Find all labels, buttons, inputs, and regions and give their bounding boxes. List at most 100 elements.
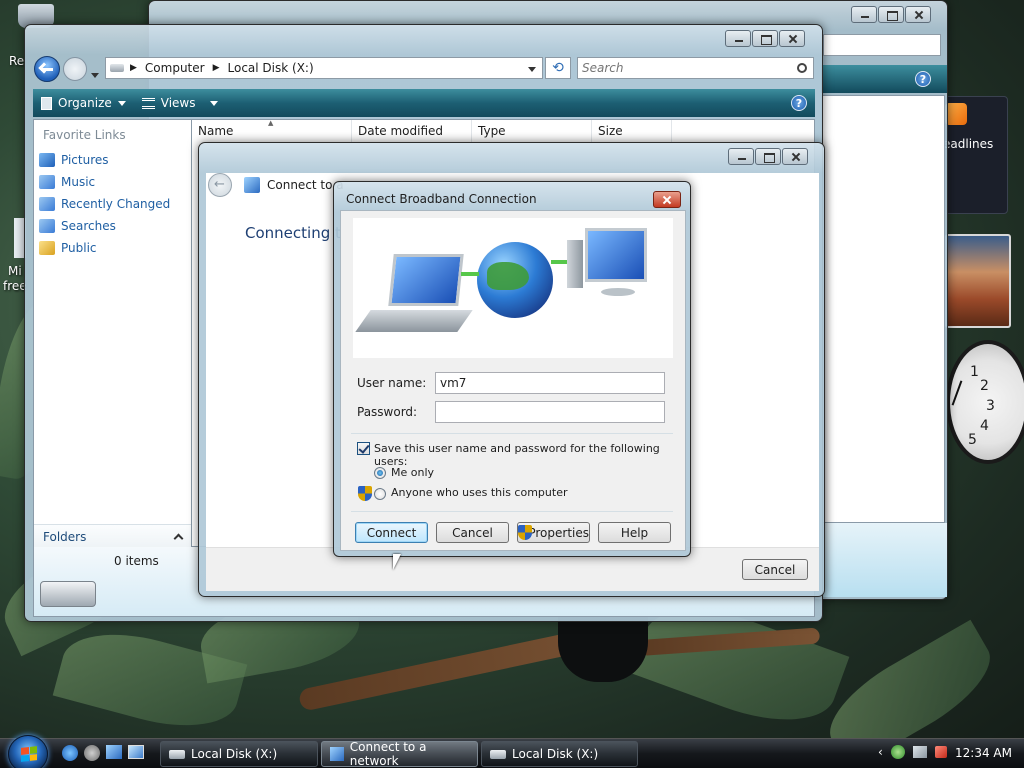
- clock-number: 3: [986, 398, 995, 414]
- uac-shield-icon: [518, 525, 533, 540]
- minimize-button[interactable]: [728, 148, 754, 165]
- column-size[interactable]: Size: [592, 120, 672, 142]
- username-field[interactable]: vm7: [435, 372, 665, 394]
- people-icon[interactable]: [890, 745, 905, 759]
- command-bar: Organize Views ?: [33, 89, 815, 117]
- file-list-area: [821, 95, 945, 523]
- taskbar-clock[interactable]: 12:34 AM: [955, 746, 1012, 760]
- dialog-title: Connect Broadband Connection: [346, 192, 537, 206]
- views-icon: [141, 97, 155, 109]
- task-local-disk-1[interactable]: Local Disk (X:): [160, 741, 318, 767]
- minimize-button[interactable]: [851, 6, 877, 23]
- back-button[interactable]: ←: [208, 173, 232, 197]
- clock-number: 1: [970, 364, 979, 380]
- views-button[interactable]: Views: [141, 96, 218, 110]
- organize-button[interactable]: Organize: [41, 96, 126, 110]
- cancel-button[interactable]: Cancel: [436, 522, 509, 543]
- items-count: 0 items: [114, 554, 159, 568]
- close-button[interactable]: [653, 191, 681, 208]
- anyone-radio[interactable]: [374, 488, 386, 500]
- desktop-icon-label: Re: [9, 54, 25, 68]
- search-input[interactable]: [582, 61, 782, 75]
- media-icon[interactable]: [84, 745, 100, 761]
- favorite-links-header: Favorite Links: [43, 128, 126, 142]
- rss-icon: [945, 103, 967, 125]
- start-button[interactable]: [8, 735, 48, 768]
- navigation-pane: Favorite Links Pictures Music Recently C…: [33, 119, 191, 548]
- desktop-icon-label: Mi: [8, 264, 22, 278]
- forward-button[interactable]: [63, 57, 87, 81]
- wizard-heading: Connecting t: [245, 224, 341, 242]
- divider: [351, 433, 673, 434]
- task-local-disk-2[interactable]: Local Disk (X:): [481, 741, 638, 767]
- chevron-up-icon: [173, 533, 184, 543]
- address-dropdown[interactable]: [528, 61, 536, 75]
- quick-launch: [62, 745, 144, 761]
- slideshow-gadget[interactable]: [945, 234, 1011, 328]
- me-only-radio[interactable]: [374, 467, 386, 479]
- maximize-button[interactable]: [878, 6, 904, 23]
- connect-button[interactable]: Connect: [355, 522, 428, 543]
- music-icon: [39, 175, 55, 189]
- save-credentials-checkbox[interactable]: [357, 442, 370, 455]
- maximize-button[interactable]: [752, 30, 778, 47]
- network-icon: [244, 177, 260, 193]
- favorite-recently-changed[interactable]: Recently Changed: [39, 193, 189, 215]
- task-connect-to-network[interactable]: Connect to a network: [321, 740, 478, 768]
- notification-area: ‹: [878, 745, 947, 759]
- clock-gadget: 1 2 3 4 5: [946, 340, 1024, 464]
- drive-icon: [40, 581, 96, 607]
- cancel-button[interactable]: Cancel: [742, 559, 808, 580]
- network-status-icon[interactable]: [912, 746, 927, 758]
- internet-explorer-icon[interactable]: [62, 745, 78, 761]
- close-button[interactable]: [782, 148, 808, 165]
- recent-pages-dropdown[interactable]: [91, 67, 99, 81]
- show-hidden-icons-chevron-icon[interactable]: ‹: [878, 745, 883, 759]
- help-button[interactable]: ?: [915, 71, 931, 87]
- help-icon: ?: [791, 95, 807, 111]
- switch-windows-icon[interactable]: [128, 745, 144, 759]
- clock-number: 4: [980, 418, 989, 434]
- clock-number: 5: [968, 432, 977, 448]
- connect-broadband-dialog[interactable]: Connect Broadband Connection User name: …: [333, 181, 691, 557]
- folders-toggle[interactable]: Folders: [34, 524, 191, 548]
- close-button[interactable]: [779, 30, 805, 47]
- folder-icon: [39, 241, 55, 255]
- address-bar[interactable]: ▶ Computer ▶ Local Disk (X:): [105, 57, 543, 79]
- back-arrow-icon: ←: [214, 177, 225, 192]
- favorite-searches[interactable]: Searches: [39, 215, 189, 237]
- close-button[interactable]: [905, 6, 931, 23]
- drive-icon: [169, 749, 185, 759]
- favorite-music[interactable]: Music: [39, 171, 189, 193]
- properties-button[interactable]: Properties: [517, 522, 590, 543]
- drive-icon: [490, 749, 506, 759]
- organize-icon: [41, 96, 52, 110]
- clock-hand: [951, 380, 963, 406]
- me-only-label: Me only: [391, 466, 435, 479]
- breadcrumb-computer[interactable]: Computer: [145, 61, 205, 75]
- password-field[interactable]: [435, 401, 665, 423]
- help-button[interactable]: ?: [791, 95, 807, 111]
- maximize-button[interactable]: [755, 148, 781, 165]
- drive-icon: [110, 64, 124, 72]
- search-icon[interactable]: [797, 63, 807, 73]
- column-type[interactable]: Type: [472, 120, 592, 142]
- desktop-computer-icon: [585, 228, 647, 282]
- breadcrumb-local-disk[interactable]: Local Disk (X:): [228, 61, 314, 75]
- back-button[interactable]: [34, 56, 60, 82]
- refresh-icon: ⟲: [552, 60, 564, 76]
- feed-headlines-gadget[interactable]: eadlines: [942, 96, 1008, 214]
- help-icon: ?: [915, 71, 931, 87]
- help-button[interactable]: Help: [598, 522, 671, 543]
- search-box[interactable]: [577, 57, 814, 79]
- volume-icon[interactable]: [934, 746, 947, 758]
- favorite-public[interactable]: Public: [39, 237, 189, 259]
- minimize-button[interactable]: [725, 30, 751, 47]
- username-label: User name:: [357, 376, 427, 390]
- favorite-pictures[interactable]: Pictures: [39, 149, 189, 171]
- show-desktop-icon[interactable]: [106, 745, 122, 759]
- column-date-modified[interactable]: Date modified: [352, 120, 472, 142]
- network-icon: [330, 747, 344, 761]
- search-box[interactable]: [823, 34, 941, 56]
- refresh-button[interactable]: ⟲: [545, 57, 571, 79]
